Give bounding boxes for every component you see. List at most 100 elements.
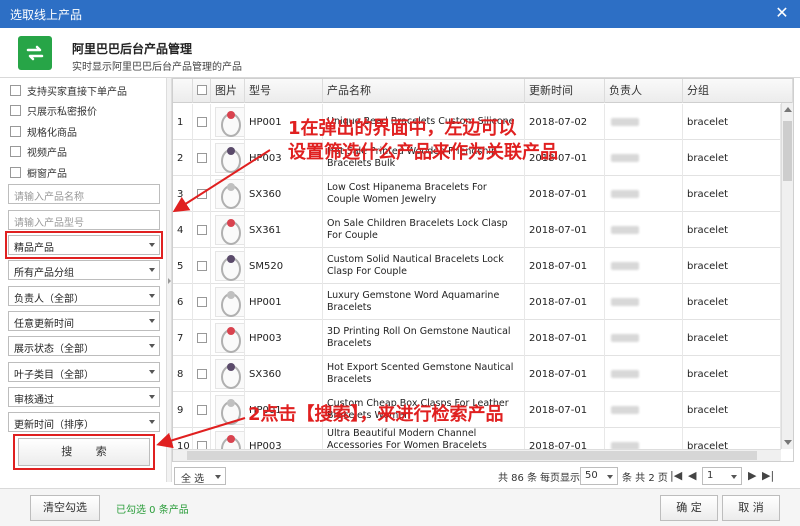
product-group: bracelet [683,392,781,428]
product-name[interactable]: Hot Export Scented Gemstone Nautical Bra… [323,356,525,392]
filter-checkbox-showcase-product[interactable]: 橱窗产品 [10,164,67,180]
table-row[interactable]: 8 SX360 Hot Export Scented Gemstone Nautic… [173,356,781,392]
product-group: bracelet [683,176,781,212]
product-model-input[interactable]: 请输入产品型号 [8,210,160,230]
row-number: 2 [173,140,193,176]
checkbox-icon[interactable] [10,145,21,157]
chevron-down-icon [149,294,155,298]
col-image[interactable]: 图片 [211,79,245,103]
next-page-icon[interactable]: ▶ [748,469,756,482]
row-checkbox-cell[interactable] [193,356,211,392]
col-group[interactable]: 分组 [683,79,793,103]
per-page-select[interactable]: 50 [580,467,618,485]
scroll-down-icon[interactable] [784,440,792,445]
product-group-select[interactable]: 所有产品分组 [8,260,160,280]
clear-selection-button[interactable]: 清空勾选 [30,495,100,521]
scroll-thumb[interactable] [187,451,757,460]
owner-redacted [611,262,639,270]
product-name[interactable]: On Sale Children Bracelets Lock Clasp Fo… [323,212,525,248]
row-checkbox-cell[interactable] [193,284,211,320]
prev-page-icon[interactable]: ◀ [688,469,696,482]
filter-checkbox-video-product[interactable]: 视频产品 [10,143,67,159]
filter-panel: 支持买家直接下单产品 只展示私密报价 规格化商品 视频产品 橱窗产品 请输入产品… [0,78,166,482]
select-all-header[interactable] [193,79,211,103]
update-time: 2018-07-01 [525,284,605,320]
product-model: SX360 [245,176,323,212]
product-model: SM520 [245,248,323,284]
checkbox-icon[interactable] [197,261,207,271]
product-thumbnail [215,179,244,209]
table-row[interactable]: 7 HP003 3D Printing Roll On Gemstone Nauti… [173,320,781,356]
window-titlebar: 选取线上产品 ✕ [0,0,800,28]
row-checkbox-cell[interactable] [193,248,211,284]
col-model[interactable]: 型号 [245,79,323,103]
filter-checkbox-spec-product[interactable]: 规格化商品 [10,123,77,139]
product-image-cell [211,104,245,140]
row-number: 1 [173,104,193,140]
product-name-input[interactable]: 请输入产品名称 [8,184,160,204]
filter-checkbox-direct-order[interactable]: 支持买家直接下单产品 [10,82,127,98]
product-name[interactable]: 3D Printing Roll On Gemstone Nautical Br… [323,320,525,356]
row-checkbox-cell[interactable] [193,104,211,140]
cancel-button[interactable]: 取 消 [722,495,780,521]
checkbox-icon[interactable] [197,405,207,415]
product-name[interactable]: Low Cost Hipanema Bracelets For Couple W… [323,176,525,212]
table-row[interactable]: 5 SM520 Custom Solid Nautical Bracelets Lo… [173,248,781,284]
table-row[interactable]: 3 SX360 Low Cost Hipanema Bracelets For Co… [173,176,781,212]
checkbox-icon[interactable] [197,189,207,199]
row-checkbox-cell[interactable] [193,320,211,356]
product-group: bracelet [683,356,781,392]
scroll-thumb[interactable] [783,121,792,181]
checkbox-icon[interactable] [197,85,207,95]
row-checkbox-cell[interactable] [193,392,211,428]
checkbox-icon[interactable] [197,153,207,163]
product-image-cell [211,284,245,320]
row-number: 4 [173,212,193,248]
checkbox-icon[interactable] [10,125,21,137]
product-thumbnail [215,215,244,245]
owner-select[interactable]: 负责人（全部） [8,286,160,306]
update-time: 2018-07-01 [525,320,605,356]
checkbox-icon[interactable] [10,166,21,178]
col-update-time[interactable]: 更新时间 [525,79,605,103]
last-page-icon[interactable]: ▶| [762,469,774,482]
select-all-dropdown[interactable]: 全 选 [174,467,226,485]
checkbox-icon[interactable] [197,117,207,127]
update-time: 2018-07-02 [525,104,605,140]
col-product-name[interactable]: 产品名称 [323,79,525,103]
table-row[interactable]: 6 HP001 Luxury Gemstone Word Aquamarine Br… [173,284,781,320]
checkbox-icon[interactable] [10,104,21,116]
row-number: 5 [173,248,193,284]
product-name[interactable]: Custom Solid Nautical Bracelets Lock Cla… [323,248,525,284]
first-page-icon[interactable]: |◀ [670,469,682,482]
filter-checkbox-private-quote[interactable]: 只展示私密报价 [10,102,97,118]
col-owner[interactable]: 负责人 [605,79,683,103]
vertical-scrollbar[interactable] [781,103,793,449]
checkbox-icon[interactable] [197,333,207,343]
table-row[interactable]: 4 SX361 On Sale Children Bracelets Lock Cl… [173,212,781,248]
scroll-up-icon[interactable] [784,107,792,112]
page-select[interactable]: 1 [702,467,742,485]
leaf-category-select[interactable]: 叶子类目（全部） [8,362,160,382]
row-checkbox-cell[interactable] [193,212,211,248]
checkbox-icon[interactable] [197,297,207,307]
collapse-arrow-icon[interactable] [168,278,171,284]
owner [605,176,683,212]
checkbox-icon[interactable] [197,369,207,379]
audit-status-select[interactable]: 审核通过 [8,387,160,407]
close-icon[interactable]: ✕ [772,3,792,23]
checkbox-icon[interactable] [197,225,207,235]
product-name[interactable]: Luxury Gemstone Word Aquamarine Bracelet… [323,284,525,320]
product-group: bracelet [683,104,781,140]
ok-button[interactable]: 确 定 [660,495,718,521]
row-checkbox-cell[interactable] [193,140,211,176]
update-time: 2018-07-01 [525,176,605,212]
horizontal-scrollbar[interactable] [173,449,781,461]
display-status-select[interactable]: 展示状态（全部） [8,336,160,356]
checkbox-icon[interactable] [10,84,21,96]
row-checkbox-cell[interactable] [193,176,211,212]
update-time-select[interactable]: 任意更新时间 [8,311,160,331]
owner [605,104,683,140]
sort-select[interactable]: 更新时间（排序） [8,412,160,432]
product-image-cell [211,140,245,176]
